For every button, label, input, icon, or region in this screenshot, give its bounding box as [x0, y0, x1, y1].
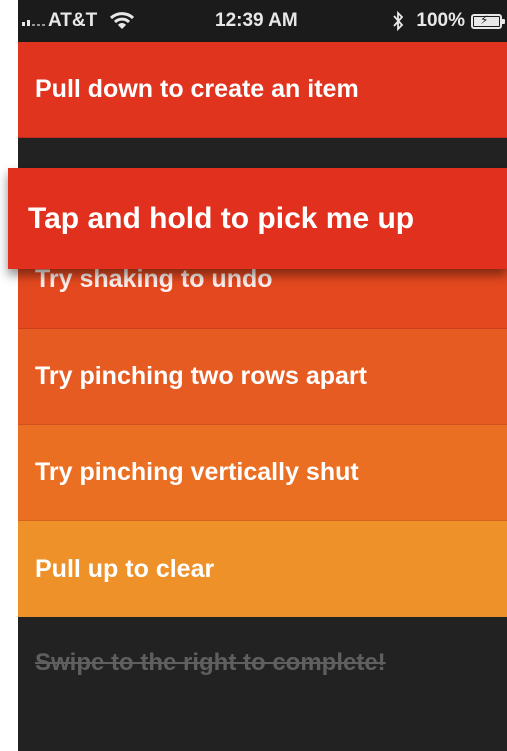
completed-item-label: Swipe to the right to complete!: [35, 649, 386, 676]
dragged-list-item[interactable]: Tap and hold to pick me up: [8, 168, 507, 269]
charging-icon: ⚡: [480, 12, 489, 27]
app-screen: AT&T 12:39 AM 100% ⚡ Pull down to create…: [18, 0, 507, 751]
completed-list-item[interactable]: Swipe to the right to complete!: [18, 617, 507, 751]
list-item-label: Pull up to clear: [35, 554, 215, 583]
carrier-name: AT&T: [48, 10, 98, 31]
status-time: 12:39 AM: [215, 10, 298, 31]
list-item-label: Pull down to create an item: [35, 75, 359, 103]
list-item-label: Try pinching two rows apart: [35, 362, 367, 390]
list-item-label: Try shaking to undo: [35, 265, 273, 293]
wifi-icon: [110, 12, 135, 29]
list-item[interactable]: Pull down to create an item: [18, 42, 507, 138]
list-item[interactable]: Try pinching two rows apart: [18, 329, 507, 425]
status-bar-right: 100% ⚡: [392, 0, 505, 42]
bluetooth-icon: [393, 11, 404, 31]
list-item[interactable]: Pull up to clear: [18, 521, 507, 617]
list-item-label: Try pinching vertically shut: [35, 458, 359, 486]
status-bar: AT&T 12:39 AM 100% ⚡: [18, 0, 507, 42]
status-bar-left: AT&T: [22, 0, 135, 42]
list-item[interactable]: Try pinching vertically shut: [18, 425, 507, 521]
signal-icon: [22, 16, 45, 26]
battery-percent: 100%: [416, 10, 465, 31]
dragged-item-label: Tap and hold to pick me up: [28, 201, 415, 235]
battery-icon: ⚡: [471, 12, 505, 29]
